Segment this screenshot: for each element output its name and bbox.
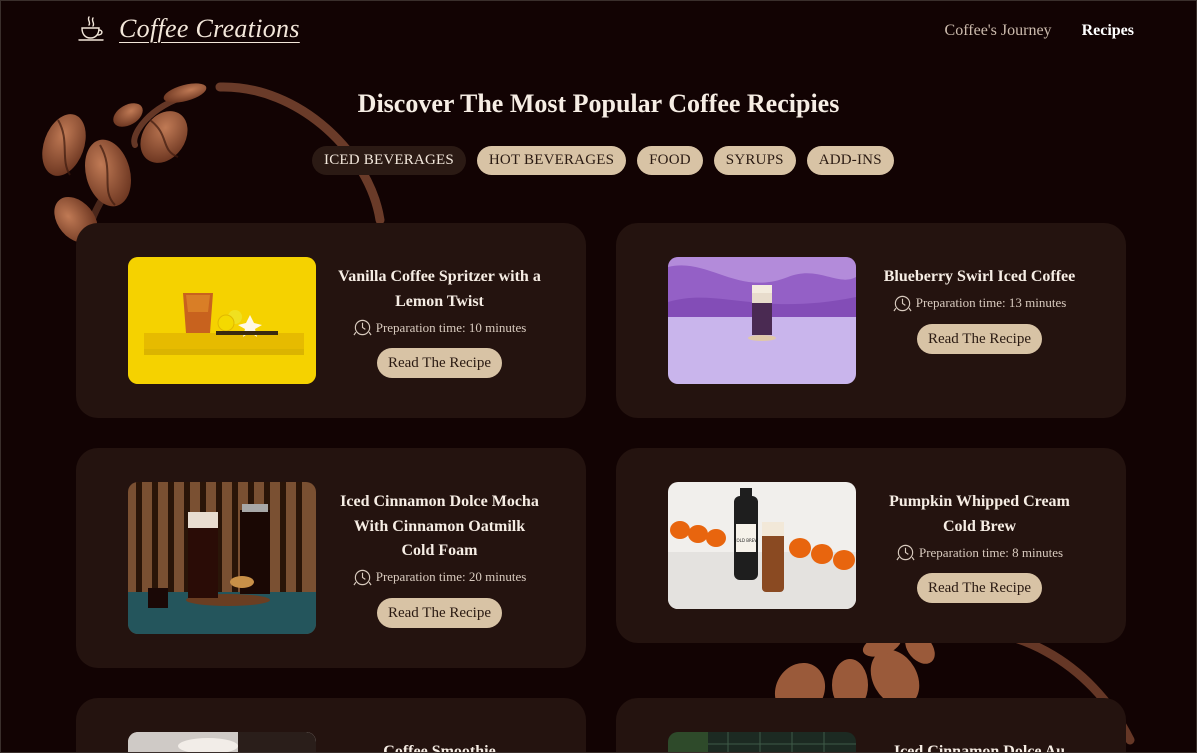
- category-food[interactable]: FOOD: [637, 146, 703, 175]
- prep-time-text: Preparation time: 8 minutes: [918, 544, 1064, 560]
- recipe-title: Iced Cinnamon Dolce Au: [893, 743, 1066, 753]
- recipe-card: Coffee Smoothie: [76, 698, 586, 753]
- category-hot-beverages[interactable]: HOT BEVERAGES: [476, 146, 627, 175]
- recipe-photo-pumpkin-cold-brew: COLD BREW: [668, 482, 856, 609]
- read-recipe-button[interactable]: Read The Recipe: [916, 573, 1042, 603]
- nav-recipes[interactable]: Recipes: [1082, 22, 1134, 40]
- recipe-info: Iced Cinnamon Dolce Au: [876, 740, 1083, 753]
- recipe-title: Pumpkin Whipped Cream Cold Brew: [889, 493, 1070, 535]
- main-nav: Coffee's Journey Recipes: [945, 22, 1134, 40]
- timer-icon: [896, 544, 915, 561]
- recipe-card: Iced Cinnamon Dolce Mocha With Cinnamon …: [76, 448, 586, 668]
- recipe-photo-blueberry-swirl: [668, 257, 856, 384]
- recipe-title: Vanilla Coffee Spritzer with a Lemon Twi…: [338, 268, 541, 310]
- recipe-info: Blueberry Swirl Iced Coffee Preparation …: [876, 265, 1083, 354]
- recipe-info: Vanilla Coffee Spritzer with a Lemon Twi…: [336, 265, 543, 378]
- cold-brew-label: COLD BREW: [734, 538, 759, 543]
- prep-time: Preparation time: 10 minutes: [336, 318, 543, 337]
- read-recipe-button[interactable]: Read The Recipe: [376, 348, 502, 378]
- page-title: Discover The Most Popular Coffee Recipie…: [357, 89, 840, 118]
- recipe-photo-coffee-smoothie: [128, 732, 316, 753]
- nav-coffees-journey[interactable]: Coffee's Journey: [945, 22, 1052, 40]
- timer-icon: [353, 319, 372, 336]
- recipe-info: Coffee Smoothie: [336, 740, 543, 753]
- recipe-photo-cinnamon-dolce-mocha: [128, 482, 316, 634]
- category-syrups[interactable]: SYRUPS: [713, 146, 796, 175]
- prep-time-text: Preparation time: 10 minutes: [375, 319, 527, 335]
- prep-time: Preparation time: 8 minutes: [876, 543, 1083, 562]
- prep-time-text: Preparation time: 13 minutes: [915, 295, 1067, 310]
- read-recipe-button[interactable]: Read The Recipe: [916, 323, 1042, 354]
- category-add-ins[interactable]: ADD-INS: [806, 146, 894, 175]
- brand-name: Coffee Creations: [119, 14, 300, 43]
- recipe-photo-iced-cinnamon-dolce: [668, 732, 856, 753]
- category-iced-beverages[interactable]: ICED BEVERAGES: [312, 146, 466, 175]
- recipe-card: Vanilla Coffee Spritzer with a Lemon Twi…: [76, 223, 586, 418]
- category-filter: ICED BEVERAGES HOT BEVERAGES FOOD SYRUPS…: [312, 146, 894, 175]
- prep-time-text: Preparation time: 20 minutes: [375, 569, 527, 584]
- coffee-cup-icon: [78, 16, 104, 41]
- site-header: Coffee Creations Coffee's Journey Recipe…: [0, 0, 1197, 66]
- brand[interactable]: Coffee Creations: [77, 14, 300, 44]
- recipe-card: COLD BREW Pumpkin Whipped Cream Cold Bre…: [616, 448, 1126, 643]
- timer-icon: [353, 569, 372, 585]
- timer-icon: [893, 295, 912, 311]
- recipe-info: Pumpkin Whipped Cream Cold Brew Preparat…: [876, 490, 1083, 603]
- read-recipe-button[interactable]: Read The Recipe: [376, 597, 502, 628]
- recipe-info: Iced Cinnamon Dolce Mocha With Cinnamon …: [336, 490, 543, 628]
- recipe-card: Blueberry Swirl Iced Coffee Preparation …: [616, 223, 1126, 418]
- recipe-card: Iced Cinnamon Dolce Au: [616, 698, 1126, 753]
- prep-time: Preparation time: 13 minutes: [876, 294, 1083, 313]
- recipe-title: Iced Cinnamon Dolce Mocha With Cinnamon …: [340, 493, 539, 559]
- recipe-title: Blueberry Swirl Iced Coffee: [883, 268, 1076, 285]
- recipe-title: Coffee Smoothie: [383, 743, 496, 753]
- recipe-photo-vanilla-spritzer: [128, 257, 316, 384]
- prep-time: Preparation time: 20 minutes: [336, 568, 543, 587]
